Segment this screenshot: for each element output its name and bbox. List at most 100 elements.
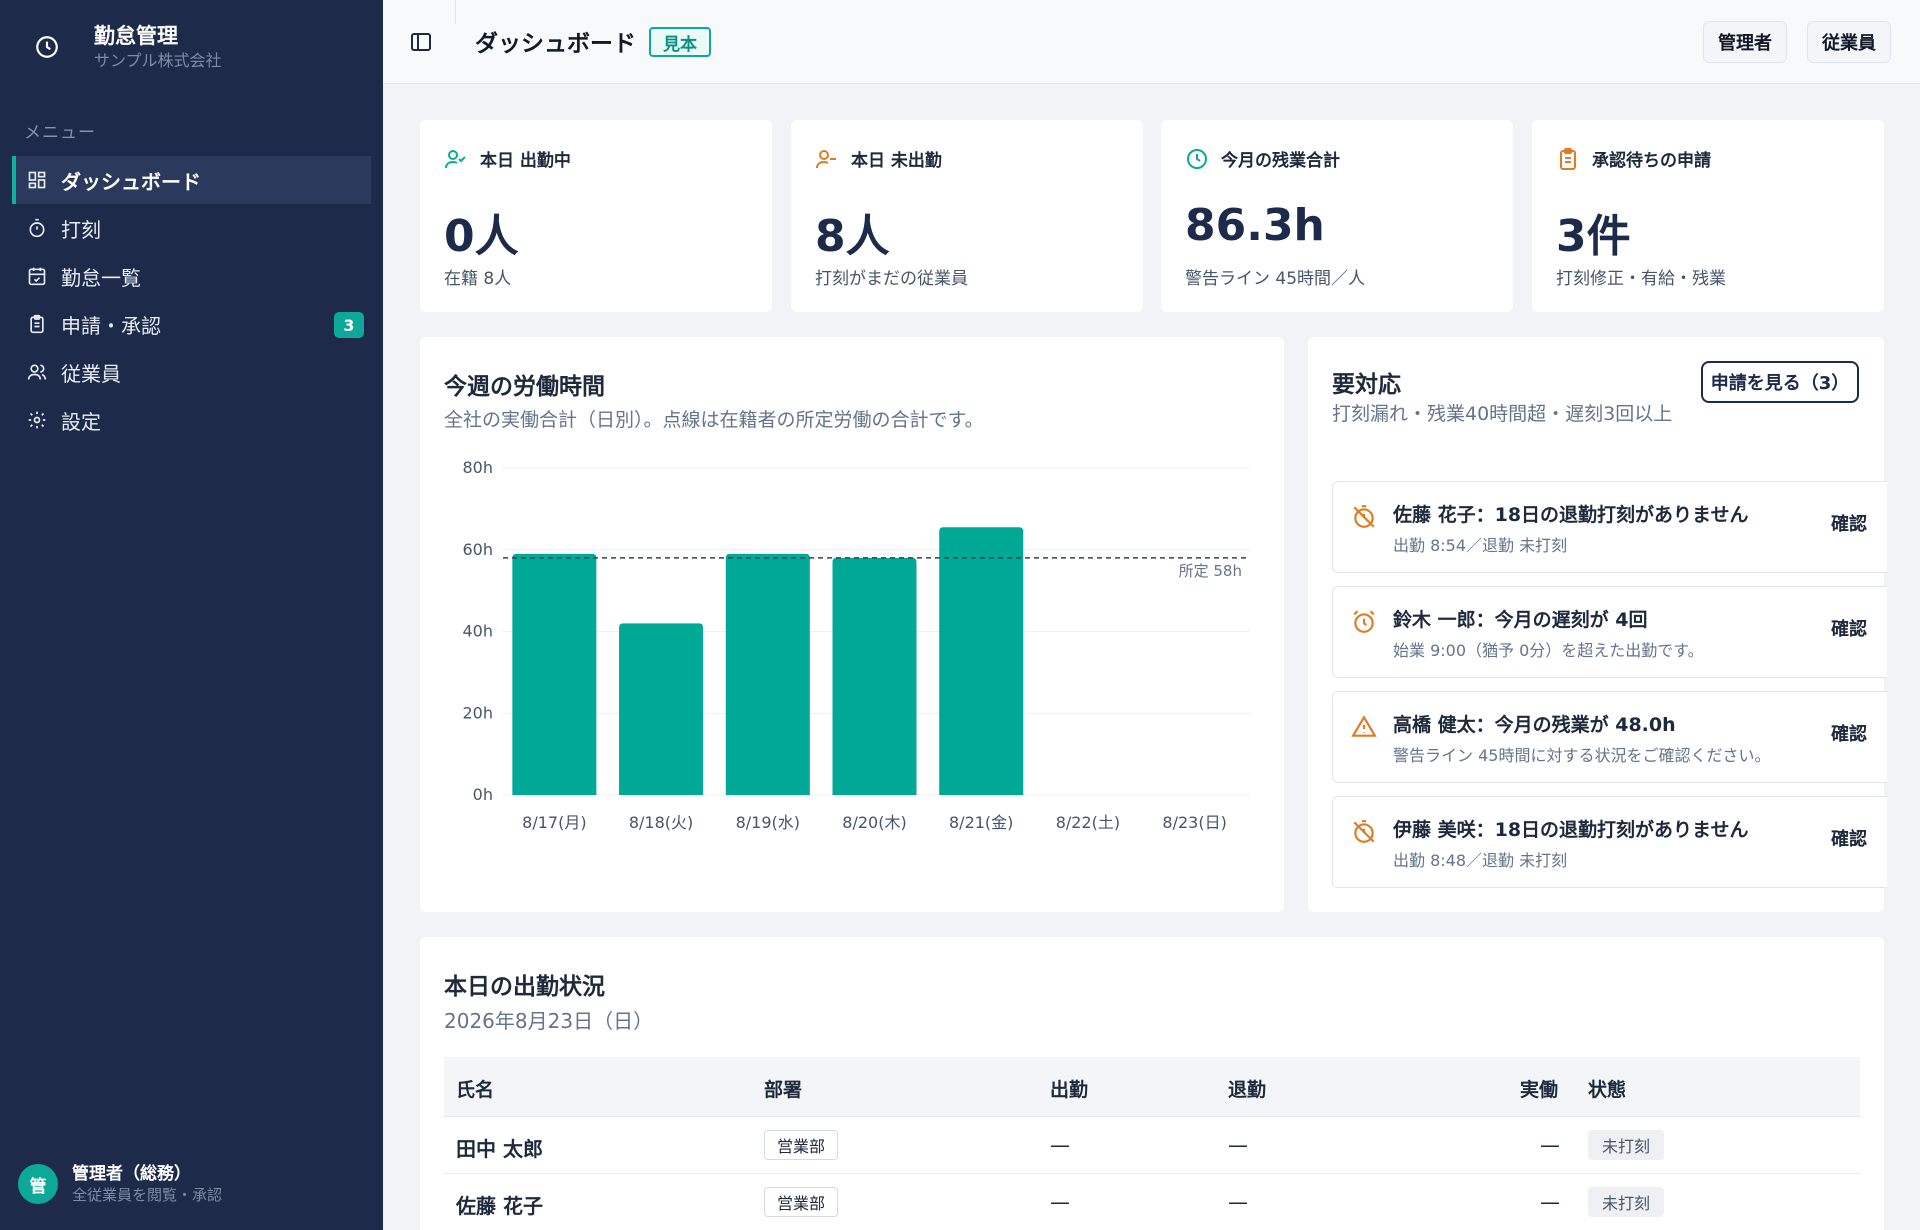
sidebar-item-dashboard[interactable]: ダッシュボード: [12, 156, 371, 204]
stat-value: 3件: [1556, 211, 1631, 262]
timer-off-icon: [1351, 819, 1377, 845]
work-hours: —: [1540, 1190, 1560, 1214]
status-badge: 未打刻: [1588, 1130, 1665, 1160]
stat-label: 承認待ちの申請: [1592, 151, 1711, 171]
attention-title: 佐藤 花子：18日の退勤打刻がありません: [1393, 504, 1749, 526]
attention-item[interactable]: 鈴木 一郎：今月の遅刻が 4回 始業 9:00（猶予 0分）を超えた出勤です。 …: [1332, 586, 1887, 678]
attention-detail: 出勤 8:54／退勤 未打刻: [1393, 536, 1568, 555]
section-date: 2026年8月23日（日）: [444, 1009, 654, 1033]
clipboard-icon: [1556, 147, 1580, 171]
users-icon: [25, 360, 49, 384]
stat-sub: 在籍 8人: [444, 269, 512, 289]
status-badge: 未打刻: [1588, 1187, 1665, 1217]
employee-name: 田中 太郎: [456, 1137, 543, 1161]
current-user[interactable]: 管 管理者（総務） 全従業員を閲覧・承認: [18, 1163, 222, 1205]
warning-icon: [1351, 714, 1377, 740]
clock-in: —: [1050, 1190, 1070, 1214]
user-name: 管理者（総務）: [72, 1164, 191, 1184]
admin-view-button[interactable]: 管理者: [1703, 21, 1787, 63]
chart-bar: [619, 623, 704, 795]
clock-out: —: [1228, 1133, 1248, 1157]
calendar-check-icon: [25, 264, 49, 288]
table-row[interactable]: 田中 太郎 営業部 — — — 未打刻: [444, 1117, 1860, 1174]
attention-item[interactable]: 高橋 健太：今月の残業が 48.0h 警告ライン 45時間に対する状況をご確認く…: [1332, 691, 1887, 783]
column-header[interactable]: 氏名: [456, 1075, 494, 1102]
confirm-link[interactable]: 確認: [1831, 825, 1867, 851]
avatar: 管: [18, 1164, 58, 1204]
sidebar-item-label: 勤怠一覧: [61, 265, 141, 290]
column-header[interactable]: 状態: [1588, 1075, 1626, 1102]
x-tick-label: 8/23(日): [1162, 813, 1226, 832]
attention-card: 要対応 打刻漏れ・残業40時間超・遅刻3回以上 申請を見る（3） 佐藤 花子：1…: [1308, 337, 1887, 912]
attention-detail: 出勤 8:48／退勤 未打刻: [1393, 851, 1568, 870]
column-header[interactable]: 退勤: [1228, 1075, 1266, 1102]
department-tag: 営業部: [764, 1187, 839, 1217]
x-tick-label: 8/19(水): [736, 813, 800, 832]
stat-sub: 警告ライン 45時間／人: [1185, 269, 1366, 289]
attendance-table: 氏名 部署 出勤 退勤 実働 状態 田中 太郎 営業部 — — — 未打刻 佐藤…: [444, 1057, 1860, 1230]
column-header[interactable]: 出勤: [1050, 1075, 1088, 1102]
y-tick-label: 40h: [463, 622, 494, 641]
confirm-link[interactable]: 確認: [1831, 720, 1867, 746]
sidebar-item-attendance-list[interactable]: 勤怠一覧: [12, 252, 371, 300]
divider: [455, 0, 456, 24]
x-tick-label: 8/21(金): [949, 813, 1013, 832]
clipboard-icon: [25, 312, 49, 336]
stopwatch-icon: [25, 216, 49, 240]
sidebar-item-label: ダッシュボード: [61, 169, 201, 194]
attention-title: 鈴木 一郎：今月の遅刻が 4回: [1393, 609, 1648, 631]
reference-line-label: 所定 58h: [1179, 562, 1242, 580]
x-tick-label: 8/22(土): [1056, 813, 1120, 832]
alarm-icon: [1351, 609, 1377, 635]
stat-sub: 打刻修正・有給・残業: [1556, 269, 1726, 289]
page-title: ダッシュボード: [475, 31, 636, 57]
attention-detail: 警告ライン 45時間に対する状況をご確認ください。: [1393, 746, 1771, 765]
table-row[interactable]: 佐藤 花子 営業部 — — — 未打刻: [444, 1174, 1860, 1230]
y-tick-label: 0h: [473, 785, 493, 804]
confirm-link[interactable]: 確認: [1831, 615, 1867, 641]
user-check-icon: [444, 147, 468, 171]
stat-card-overtime: 今月の残業合計 86.3h 警告ライン 45時間／人: [1161, 120, 1513, 312]
x-tick-label: 8/20(木): [842, 813, 906, 832]
sidebar-item-settings[interactable]: 設定: [12, 396, 371, 444]
x-tick-label: 8/17(月): [522, 813, 586, 832]
sidebar-item-employees[interactable]: 従業員: [12, 348, 371, 396]
confirm-link[interactable]: 確認: [1831, 510, 1867, 536]
company-name: サンプル株式会社: [94, 51, 222, 70]
brand: 勤怠管理 サンプル株式会社: [26, 22, 222, 72]
stat-label: 今月の残業合計: [1221, 151, 1340, 171]
sidebar-item-label: 従業員: [61, 361, 121, 386]
attention-title: 伊藤 美咲：18日の退勤打刻がありません: [1393, 819, 1749, 841]
chart-bar: [725, 553, 810, 795]
weekly-hours-card: 今週の労働時間 全社の実働合計（日別）。点線は在籍者の所定労働の合計です。 0h…: [420, 337, 1284, 912]
employee-name: 佐藤 花子: [456, 1194, 543, 1218]
view-requests-button[interactable]: 申請を見る（3）: [1701, 361, 1859, 403]
x-tick-label: 8/18(火): [629, 813, 693, 832]
attention-item[interactable]: 佐藤 花子：18日の退勤打刻がありません 出勤 8:54／退勤 未打刻 確認: [1332, 481, 1887, 573]
chart-bar: [939, 527, 1024, 795]
attention-item[interactable]: 伊藤 美咲：18日の退勤打刻がありません 出勤 8:48／退勤 未打刻 確認: [1332, 796, 1887, 888]
stat-label: 本日 出勤中: [480, 151, 571, 171]
stat-value: 8人: [815, 211, 890, 262]
department-tag: 営業部: [764, 1130, 839, 1160]
sidebar-item-label: 申請・承認: [61, 313, 161, 338]
stat-card-pending: 承認待ちの申請 3件 打刻修正・有給・残業: [1532, 120, 1884, 312]
column-header[interactable]: 部署: [764, 1075, 802, 1102]
stat-value: 0人: [444, 211, 519, 262]
user-minus-icon: [815, 147, 839, 171]
chart-bar: [512, 553, 597, 795]
column-header[interactable]: 実働: [1520, 1075, 1558, 1102]
section-title: 本日の出勤状況: [444, 974, 605, 1000]
stat-sub: 打刻がまだの従業員: [815, 269, 968, 289]
sidebar-item-punch[interactable]: 打刻: [12, 204, 371, 252]
employee-view-button[interactable]: 従業員: [1807, 21, 1891, 63]
table-header: 氏名 部署 出勤 退勤 実働 状態: [444, 1057, 1860, 1117]
y-tick-label: 60h: [463, 540, 494, 559]
user-role: 全従業員を閲覧・承認: [72, 1186, 223, 1204]
sidebar-item-requests[interactable]: 申請・承認 3: [12, 300, 371, 348]
attention-title: 高橋 健太：今月の残業が 48.0h: [1393, 714, 1676, 736]
app-title: 勤怠管理: [94, 24, 178, 48]
chart-bar: [832, 557, 917, 795]
sidebar-toggle-icon[interactable]: [409, 30, 433, 54]
requests-count-badge: 3: [334, 312, 364, 338]
